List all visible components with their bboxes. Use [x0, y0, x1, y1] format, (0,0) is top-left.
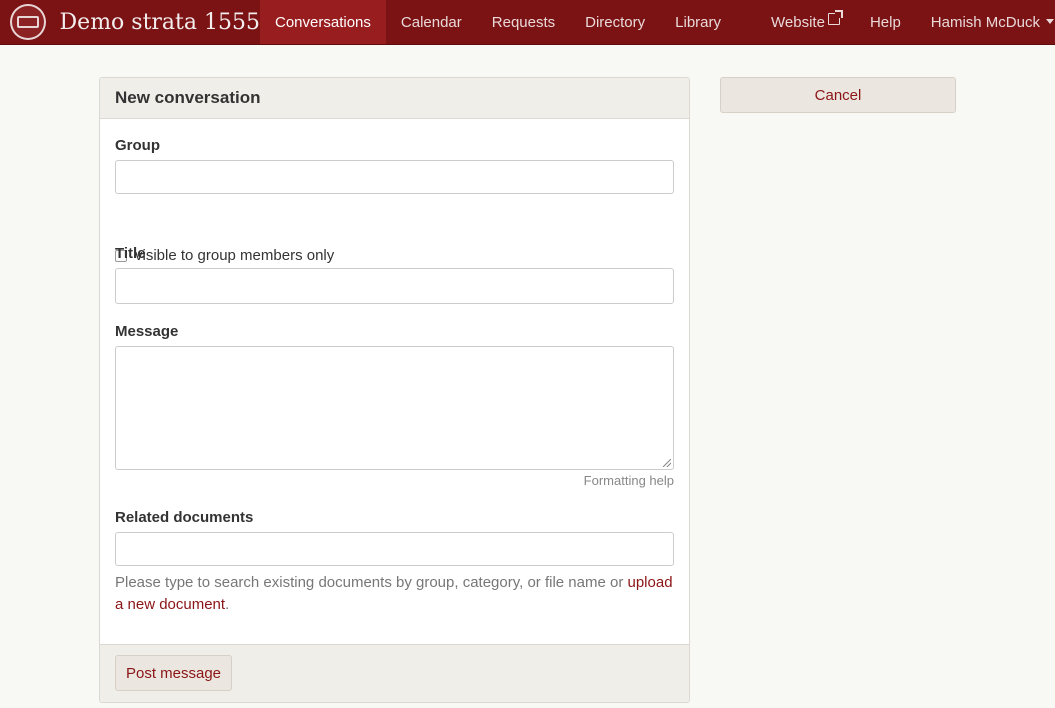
external-link-icon	[827, 10, 843, 25]
resize-grip-icon[interactable]	[663, 459, 671, 467]
related-documents-field[interactable]	[115, 532, 674, 566]
nav-calendar[interactable]: Calendar	[386, 0, 477, 44]
post-message-button[interactable]: Post message	[115, 655, 232, 691]
visibility-option[interactable]: visible to group members only	[115, 247, 334, 264]
site-title[interactable]: Demo strata 1555	[60, 10, 260, 35]
nav-requests[interactable]: Requests	[477, 0, 570, 44]
related-documents-help: Please type to search existing documents…	[115, 572, 680, 616]
nav-help[interactable]: Help	[855, 0, 916, 44]
brand[interactable]: Demo strata 1555	[0, 0, 260, 44]
message-textarea[interactable]	[115, 346, 674, 470]
nav-website[interactable]: Website	[756, 0, 855, 44]
nav-directory[interactable]: Directory	[570, 0, 660, 44]
nav-conversations[interactable]: Conversations	[260, 0, 386, 44]
related-help-text: Please type to search existing documents…	[115, 574, 628, 591]
strata-logo-icon	[10, 4, 46, 40]
title-field[interactable]	[115, 268, 674, 304]
main-nav: Conversations Calendar Requests Director…	[260, 0, 1055, 44]
group-label: Group	[115, 137, 160, 154]
panel-heading: New conversation	[100, 78, 689, 119]
top-navbar: Demo strata 1555 Conversations Calendar …	[0, 0, 1055, 45]
caret-down-icon	[1045, 18, 1054, 24]
message-label: Message	[115, 323, 179, 340]
user-name: Hamish McDuck	[930, 13, 1040, 31]
visibility-label[interactable]: visible to group members only	[135, 247, 334, 264]
cancel-button[interactable]: Cancel	[720, 77, 956, 113]
group-field[interactable]	[115, 160, 674, 194]
new-conversation-panel: New conversation Group visible to group …	[99, 77, 690, 703]
user-menu[interactable]: Hamish McDuck	[916, 0, 1055, 44]
nav-website-label: Website	[771, 13, 825, 31]
formatting-help-link[interactable]: Formatting help	[584, 473, 674, 488]
related-help-end: .	[225, 596, 230, 613]
panel-footer: Post message	[100, 644, 689, 702]
title-label: Title	[115, 245, 146, 262]
related-documents-label: Related documents	[115, 509, 254, 526]
panel-title: New conversation	[115, 88, 261, 107]
nav-library[interactable]: Library	[660, 0, 736, 44]
